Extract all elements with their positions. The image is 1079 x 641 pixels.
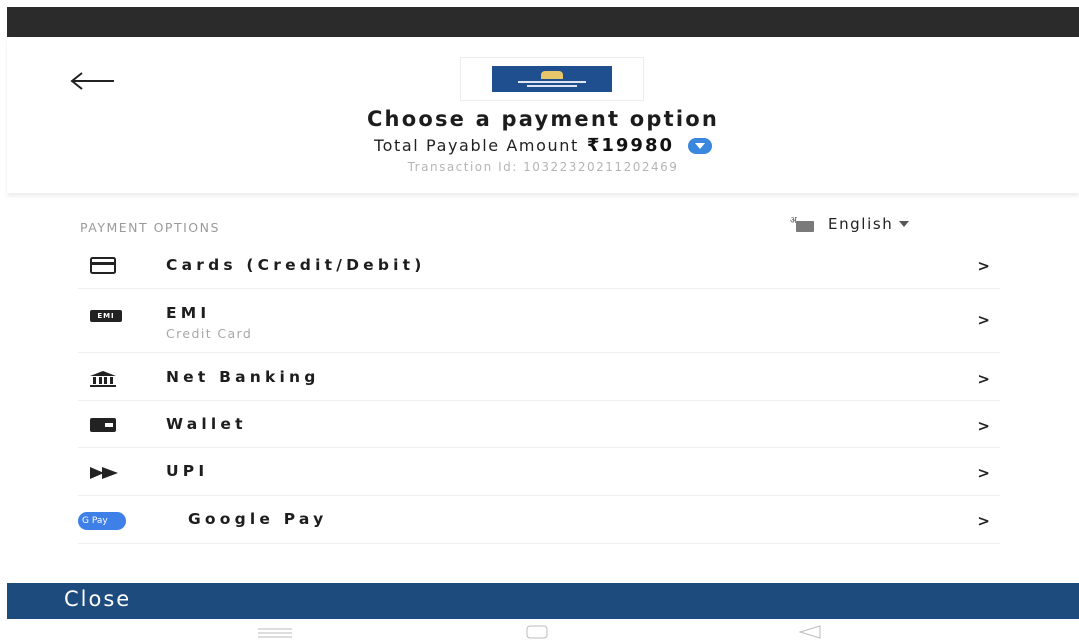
logo-image: [492, 66, 612, 92]
amount-value: ₹19980: [586, 135, 675, 156]
page-title: Choose a payment option: [366, 107, 720, 131]
google-pay-icon: G Pay: [78, 512, 126, 530]
caret-down-icon: [899, 221, 910, 227]
option-label: UPI: [166, 462, 209, 480]
close-button[interactable]: Close: [7, 583, 1079, 619]
option-label: Google Pay: [188, 510, 328, 528]
chevron-right-icon: >: [977, 370, 990, 388]
amount-details-toggle[interactable]: [688, 137, 713, 154]
option-upi[interactable]: UPI >: [78, 448, 1000, 496]
option-label: Wallet: [166, 415, 247, 433]
chevron-right-icon: >: [977, 464, 990, 482]
system-nav-bar: [0, 619, 1079, 641]
option-label: Net Banking: [166, 368, 320, 386]
home-icon[interactable]: [526, 624, 548, 641]
payment-options-list: Cards (Credit/Debit) > EMI EMI Credit Ca…: [78, 242, 1000, 544]
option-cards[interactable]: Cards (Credit/Debit) >: [78, 242, 1000, 289]
transaction-id: Transaction Id: 103223202112024­69: [407, 160, 679, 174]
chevron-down-icon: [695, 142, 706, 149]
option-label: EMI: [166, 304, 211, 322]
chevron-right-icon: >: [977, 311, 990, 329]
merchant-logo: [460, 57, 644, 101]
close-label: Close: [64, 587, 132, 611]
amount-label: Total Payable Amount: [373, 136, 579, 155]
logo-tagline: [527, 85, 577, 87]
logo-emblem: [541, 71, 563, 79]
back-triangle-icon[interactable]: [798, 624, 822, 641]
option-wallet[interactable]: Wallet >: [78, 401, 1000, 448]
card-icon: [90, 257, 116, 274]
language-label: English: [828, 215, 894, 233]
payment-options-heading: PAYMENT OPTIONS: [80, 220, 220, 235]
option-label: Cards (Credit/Debit): [166, 256, 426, 274]
payment-header: Choose a payment option Total Payable Am…: [7, 37, 1079, 193]
back-button[interactable]: [67, 65, 117, 97]
option-sublabel: Credit Card: [166, 326, 253, 341]
emi-icon: EMI: [90, 310, 122, 322]
arrow-left-icon: [70, 72, 114, 90]
option-emi[interactable]: EMI EMI Credit Card >: [78, 289, 1000, 353]
upi-icon: [90, 467, 120, 479]
language-selector[interactable]: अ English: [790, 215, 910, 233]
option-google-pay[interactable]: G Pay Google Pay >: [78, 496, 1000, 544]
status-bar: [7, 7, 1079, 37]
option-net-banking[interactable]: Net Banking >: [78, 353, 1000, 401]
chevron-right-icon: >: [977, 512, 990, 530]
bank-icon: [90, 371, 116, 387]
amount-row: Total Payable Amount ₹19980: [7, 135, 1079, 156]
chevron-right-icon: >: [977, 257, 990, 275]
menu-icon[interactable]: [258, 624, 292, 641]
logo-wordmark: [518, 81, 586, 83]
chevron-right-icon: >: [977, 417, 990, 435]
wallet-icon: [90, 418, 116, 432]
translate-icon: अ: [790, 215, 816, 233]
